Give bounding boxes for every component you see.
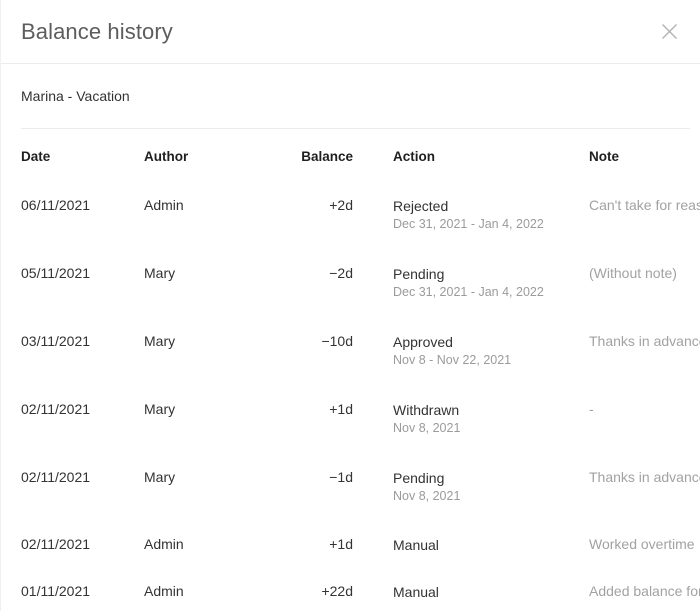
author-text: Admin xyxy=(144,536,184,552)
cell-date: 05/11/2021 xyxy=(1,251,144,319)
action-label: Pending xyxy=(393,470,445,486)
column-header-action: Action xyxy=(393,148,435,164)
note-text: Thanks in advance xyxy=(589,333,700,349)
cell-date: 02/11/2021 xyxy=(1,455,144,523)
column-header-balance: Balance xyxy=(301,148,353,164)
column-header-date: Date xyxy=(21,148,51,164)
balance-text: −1d xyxy=(329,469,353,485)
note-text: (Without note) xyxy=(589,265,677,281)
table-row: 03/11/2021 Mary −10d Approved Nov 8 - Nov 22… xyxy=(1,319,700,387)
cell-note: Thanks in advance xyxy=(589,455,700,523)
action-label: Approved xyxy=(393,334,453,350)
cell-balance: +1d xyxy=(238,387,393,455)
table-row: 02/11/2021 Admin +1d Manual Worked overtime xyxy=(1,523,700,570)
table-header: Date Author Balance Action Note xyxy=(1,129,700,183)
cell-author: Admin xyxy=(144,570,238,611)
cell-date: 01/11/2021 xyxy=(1,570,144,611)
author-text: Admin xyxy=(144,197,184,213)
cell-balance: −1d xyxy=(238,455,393,523)
balance-text: +2d xyxy=(329,197,353,213)
cell-action: Manual xyxy=(393,523,589,570)
note-text: Worked overtime xyxy=(589,536,695,552)
cell-author: Mary xyxy=(144,387,238,455)
author-text: Mary xyxy=(144,469,176,485)
close-icon xyxy=(661,23,678,40)
close-button[interactable] xyxy=(652,15,686,49)
table-row: 06/11/2021 Admin +2d Rejected Dec 31, 2021 -… xyxy=(1,183,700,251)
action-period: Nov 8, 2021 xyxy=(393,421,461,435)
cell-author: Mary xyxy=(144,251,238,319)
cell-date: 03/11/2021 xyxy=(1,319,144,387)
cell-author: Admin xyxy=(144,183,238,251)
table-body: 06/11/2021 Admin +2d Rejected Dec 31, 2021 -… xyxy=(1,183,700,611)
cell-action: Pending Dec 31, 2021 - Jan 4, 2022 xyxy=(393,251,589,319)
balance-text: −10d xyxy=(321,333,353,349)
note-text: - xyxy=(589,401,594,417)
balance-text: +1d xyxy=(329,401,353,417)
action-label: Manual xyxy=(393,537,439,553)
table-row: 02/11/2021 Mary −1d Pending Nov 8, 2021 Thank… xyxy=(1,455,700,523)
cell-balance: +2d xyxy=(238,183,393,251)
cell-date: 02/11/2021 xyxy=(1,523,144,570)
cell-balance: −10d xyxy=(238,319,393,387)
note-text: Thanks in advance xyxy=(589,469,700,485)
table-row: 01/11/2021 Admin +22d Manual Added balance f… xyxy=(1,570,700,611)
cell-note: Added balance for 2021 xyxy=(589,570,700,611)
author-text: Mary xyxy=(144,265,176,281)
action-label: Manual xyxy=(393,584,439,600)
date-text: 02/11/2021 xyxy=(21,536,91,552)
cell-action: Pending Nov 8, 2021 xyxy=(393,455,589,523)
cell-note: Can't take for reason X xyxy=(589,183,700,251)
author-text: Mary xyxy=(144,333,176,349)
cell-date: 06/11/2021 xyxy=(1,183,144,251)
cell-note: Worked overtime xyxy=(589,523,700,570)
date-text: 05/11/2021 xyxy=(21,265,91,281)
cell-note: (Without note) xyxy=(589,251,700,319)
author-text: Mary xyxy=(144,401,176,417)
cell-date: 02/11/2021 xyxy=(1,387,144,455)
cell-action: Manual xyxy=(393,570,589,611)
author-text: Admin xyxy=(144,583,184,599)
cell-note: - xyxy=(589,387,700,455)
balance-history-table: Date Author Balance Action Note 06/11/20… xyxy=(1,129,700,611)
balance-history-modal: Balance history Marina - Vacation Date A… xyxy=(0,0,700,611)
balance-text: +1d xyxy=(329,536,353,552)
cell-author: Admin xyxy=(144,523,238,570)
balance-text: +22d xyxy=(321,583,353,599)
table-row: 05/11/2021 Mary −2d Pending Dec 31, 2021 - J… xyxy=(1,251,700,319)
cell-balance: +22d xyxy=(238,570,393,611)
cell-balance: +1d xyxy=(238,523,393,570)
date-text: 03/11/2021 xyxy=(21,333,91,349)
cell-note: Thanks in advance xyxy=(589,319,700,387)
cell-action: Approved Nov 8 - Nov 22, 2021 xyxy=(393,319,589,387)
page-title: Balance history xyxy=(21,18,173,44)
action-period: Nov 8 - Nov 22, 2021 xyxy=(393,353,512,367)
action-label: Rejected xyxy=(393,198,449,214)
date-text: 02/11/2021 xyxy=(21,469,91,485)
modal-header: Balance history xyxy=(1,0,700,64)
cell-action: Withdrawn Nov 8, 2021 xyxy=(393,387,589,455)
action-period: Dec 31, 2021 - Jan 4, 2022 xyxy=(393,217,544,231)
note-text: Can't take for reason X xyxy=(589,197,700,213)
table-row: 02/11/2021 Mary +1d Withdrawn Nov 8, 2021 - xyxy=(1,387,700,455)
cell-author: Mary xyxy=(144,319,238,387)
date-text: 02/11/2021 xyxy=(21,401,91,417)
employee-policy-label: Marina - Vacation xyxy=(1,64,700,128)
action-label: Withdrawn xyxy=(393,402,460,418)
balance-text: −2d xyxy=(329,265,353,281)
column-header-author: Author xyxy=(144,148,189,164)
action-period: Dec 31, 2021 - Jan 4, 2022 xyxy=(393,285,544,299)
cell-action: Rejected Dec 31, 2021 - Jan 4, 2022 xyxy=(393,183,589,251)
date-text: 06/11/2021 xyxy=(21,197,91,213)
cell-author: Mary xyxy=(144,455,238,523)
cell-balance: −2d xyxy=(238,251,393,319)
note-text: Added balance for 2021 xyxy=(589,583,700,599)
date-text: 01/11/2021 xyxy=(21,583,91,599)
employee-policy-text: Marina - Vacation xyxy=(21,88,130,104)
column-header-note: Note xyxy=(589,148,619,164)
table-header-row: Date Author Balance Action Note xyxy=(1,129,700,183)
action-period: Nov 8, 2021 xyxy=(393,489,461,503)
action-label: Pending xyxy=(393,266,445,282)
